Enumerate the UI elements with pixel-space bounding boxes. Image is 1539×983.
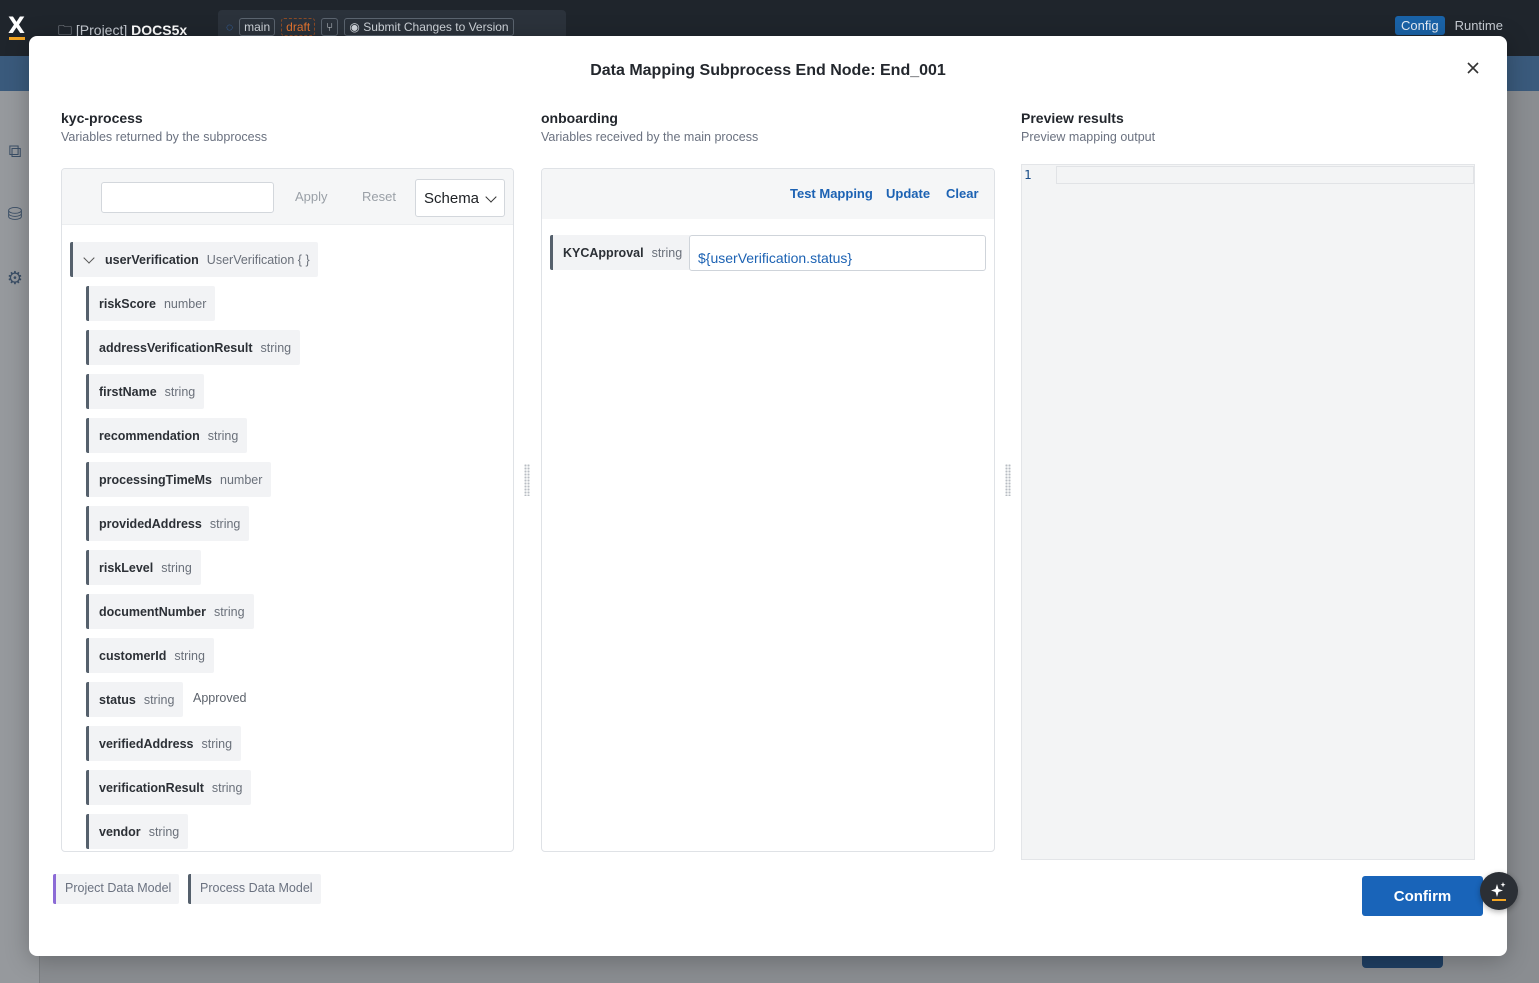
tab-runtime[interactable]: Runtime <box>1449 16 1509 35</box>
test-mapping-button[interactable]: Test Mapping <box>790 186 873 201</box>
field-provided-address[interactable]: providedAddress string <box>86 506 250 541</box>
field-status[interactable]: status string <box>86 682 184 717</box>
database-icon[interactable]: ⛁ <box>4 204 26 226</box>
field-type: string <box>211 780 243 795</box>
field-type: string <box>260 340 292 355</box>
chevron-down-icon <box>485 191 497 203</box>
app-logo[interactable]: X <box>8 14 28 40</box>
apply-button[interactable]: Apply <box>295 189 328 204</box>
search-input[interactable] <box>101 182 274 213</box>
field-name: providedAddress <box>99 516 202 531</box>
submit-changes-label: Submit Changes to Version <box>363 20 509 34</box>
field-type: string <box>164 384 196 399</box>
source-panel: Apply Reset Schema userVerification User… <box>61 168 514 852</box>
target-subtitle: Variables received by the main process <box>541 130 759 144</box>
legend-project-data-model: Project Data Model <box>53 874 180 904</box>
target-title: onboarding <box>541 110 618 126</box>
line-gutter: 1 <box>1022 165 1056 859</box>
reset-button[interactable]: Reset <box>362 189 396 204</box>
submit-changes-button[interactable]: ◉ Submit Changes to Version <box>344 18 514 36</box>
field-type: string <box>207 428 239 443</box>
field-name: firstName <box>99 384 157 399</box>
target-header: onboarding Variables received by the mai… <box>541 110 758 144</box>
field-type: number <box>163 296 207 311</box>
field-type: string <box>209 516 241 531</box>
field-document-number[interactable]: documentNumber string <box>86 594 254 629</box>
field-type: string <box>143 692 175 707</box>
chevron-down-icon[interactable] <box>83 251 95 264</box>
sparkle-icon <box>1491 882 1506 901</box>
view-select[interactable]: Schema <box>415 179 505 217</box>
field-type: string <box>201 736 233 751</box>
field-first-name[interactable]: firstName string <box>86 374 205 409</box>
source-subtitle: Variables returned by the subprocess <box>61 130 268 144</box>
source-title: kyc-process <box>61 110 143 126</box>
mode-tabs: Config Runtime <box>1395 16 1509 35</box>
update-button[interactable]: Update <box>886 186 930 201</box>
field-vendor[interactable]: vendor string <box>86 814 189 849</box>
preview-subtitle: Preview mapping output <box>1021 130 1156 144</box>
editor-line[interactable] <box>1056 166 1474 184</box>
legend-process-data-model: Process Data Model <box>188 874 321 904</box>
confirm-button[interactable]: Confirm <box>1362 876 1483 916</box>
source-header: kyc-process Variables returned by the su… <box>61 110 267 144</box>
target-variable-type: string <box>651 245 683 260</box>
field-address-verification-result[interactable]: addressVerificationResult string <box>86 330 301 365</box>
target-variable-name: KYCApproval <box>563 245 644 260</box>
branch-icon[interactable]: ⑂ <box>321 18 339 36</box>
line-number: 1 <box>1024 167 1032 182</box>
field-type: string <box>148 824 180 839</box>
field-name: vendor <box>99 824 141 839</box>
variable-type: UserVerification { } <box>206 252 310 267</box>
field-name: verificationResult <box>99 780 204 795</box>
field-name: processingTimeMs <box>99 472 213 487</box>
tab-config[interactable]: Config <box>1395 16 1445 35</box>
field-type: string <box>213 604 245 619</box>
gear-icon[interactable]: ⚙ <box>4 268 26 290</box>
field-name: customerId <box>99 648 167 663</box>
field-processing-time-ms[interactable]: processingTimeMs number <box>86 462 272 497</box>
target-splitter-handle[interactable] <box>1005 464 1011 496</box>
modal-title: Data Mapping Subprocess End Node: End_00… <box>590 62 946 79</box>
field-name: riskLevel <box>99 560 154 575</box>
field-name: riskScore <box>99 296 156 311</box>
data-mapping-modal: Data Mapping Subprocess End Node: End_00… <box>29 36 1507 956</box>
field-name: status <box>99 692 136 707</box>
field-customer-id[interactable]: customerId string <box>86 638 214 673</box>
field-name: recommendation <box>99 428 200 443</box>
field-recommendation[interactable]: recommendation string <box>86 418 248 453</box>
ai-assistant-button[interactable] <box>1480 872 1518 910</box>
field-name: documentNumber <box>99 604 206 619</box>
sync-icon: ◌ <box>226 20 234 34</box>
field-risk-score[interactable]: riskScore number <box>86 286 216 321</box>
target-toolbar: Test Mapping Update Clear <box>542 169 994 219</box>
field-status-value: Approved <box>193 691 247 705</box>
clear-button[interactable]: Clear <box>946 186 979 201</box>
preview-editor[interactable]: 1 <box>1021 164 1475 860</box>
tree-root-user-verification[interactable]: userVerification UserVerification { } <box>70 242 318 277</box>
source-toolbar: Apply Reset Schema <box>62 169 513 225</box>
field-name: addressVerificationResult <box>99 340 253 355</box>
preview-title: Preview results <box>1021 110 1124 126</box>
field-type: string <box>161 560 192 575</box>
close-icon[interactable] <box>1463 58 1483 78</box>
target-panel: Test Mapping Update Clear KYCApproval st… <box>541 168 995 852</box>
variable-name: userVerification <box>105 252 199 267</box>
field-name: verifiedAddress <box>99 736 194 751</box>
field-verification-result[interactable]: verificationResult string <box>86 770 252 805</box>
status-chip: draft <box>281 18 316 36</box>
field-verified-address[interactable]: verifiedAddress string <box>86 726 242 761</box>
field-type: string <box>174 648 205 663</box>
target-variable[interactable]: KYCApproval string <box>550 235 692 270</box>
source-splitter-handle[interactable] <box>524 464 530 496</box>
mapping-expression-input[interactable] <box>689 235 986 271</box>
process-flow-icon[interactable]: ⧉ <box>4 141 26 163</box>
field-type: number <box>220 472 263 487</box>
view-select-value: Schema <box>424 190 480 207</box>
preview-header: Preview results Preview mapping output <box>1021 110 1155 144</box>
branch-chip[interactable]: main <box>239 18 276 36</box>
field-risk-level[interactable]: riskLevel string <box>86 550 201 585</box>
